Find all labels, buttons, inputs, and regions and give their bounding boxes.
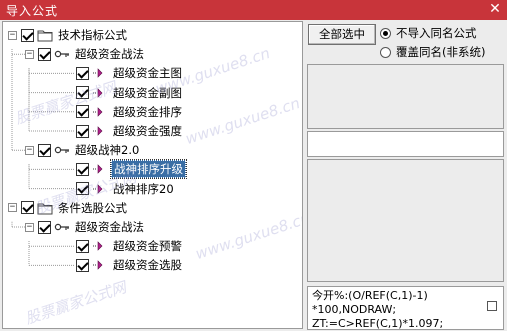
formula-icon	[92, 124, 108, 138]
tree-node-label[interactable]: 战神排序升级	[110, 159, 187, 180]
collapse-toggle-icon[interactable]: −	[8, 30, 17, 40]
formula-icon	[92, 86, 108, 100]
description-panel	[307, 159, 504, 282]
node-checkbox[interactable]	[76, 182, 89, 196]
tree-node-label[interactable]: 超级战神2.0	[73, 142, 141, 158]
select-all-button[interactable]: 全部选中	[308, 24, 376, 45]
node-checkbox[interactable]	[76, 66, 89, 80]
formula-preview[interactable]: 今开%:(O/REF(C,1)-1) *100,NODRAW; ZT:=C>RE…	[307, 286, 504, 330]
radio-skip-duplicates[interactable]	[380, 27, 391, 39]
tree-node-label[interactable]: 技术指标公式	[56, 27, 129, 43]
tree-node[interactable]: − 超级战神2.0	[25, 141, 141, 159]
tree-node[interactable]: − 条件选股公式	[8, 199, 129, 217]
node-checkbox[interactable]	[38, 143, 51, 157]
tree-node-label[interactable]: 超级资金副图	[111, 85, 184, 101]
key-icon	[54, 143, 70, 157]
tree-node[interactable]: − 超级资金战法	[25, 45, 146, 63]
node-checkbox[interactable]	[38, 220, 51, 234]
tree-node-label[interactable]: 超级资金选股	[111, 257, 184, 273]
node-checkbox[interactable]	[76, 239, 89, 253]
key-icon	[54, 220, 70, 234]
close-icon[interactable]: ✕	[487, 1, 503, 17]
name-field[interactable]	[307, 131, 504, 157]
tree-node-label[interactable]: 超级资金战法	[73, 46, 146, 62]
title-bar: 导入公式 ✕	[0, 0, 507, 20]
tree-node-label[interactable]: 超级资金主图	[111, 65, 184, 81]
node-checkbox[interactable]	[38, 47, 51, 61]
collapse-toggle-icon[interactable]: −	[25, 145, 34, 155]
node-checkbox[interactable]	[21, 201, 34, 215]
node-checkbox[interactable]	[21, 28, 34, 42]
option-overwrite-label: 覆盖同名(非系统)	[396, 45, 486, 59]
formula-icon	[92, 182, 108, 196]
radio-overwrite[interactable]	[380, 46, 391, 58]
formula-icon	[92, 66, 108, 80]
formula-line: *100,NODRAW;	[312, 303, 397, 316]
formula-line: ZT:=C>REF(C,1)*1.097;	[312, 317, 444, 330]
formula-tree[interactable]: − 技术指标公式 − 超级资金战法 超级资金主图 超级资金副图 超级资金排序 超级资金强度 − 超…	[2, 21, 303, 329]
node-checkbox[interactable]	[76, 162, 89, 176]
tree-node-label[interactable]: 超级资金强度	[111, 123, 184, 139]
option-skip-duplicates-label: 不导入同名公式	[396, 26, 477, 40]
tree-node[interactable]: 战神排序20	[63, 180, 176, 198]
collapse-toggle-icon[interactable]: −	[8, 203, 17, 213]
window-title: 导入公式	[6, 4, 59, 18]
info-panel	[307, 64, 504, 129]
tree-node[interactable]: 战神排序升级	[63, 159, 187, 180]
formula-icon	[92, 239, 108, 253]
option-overwrite[interactable]: 覆盖同名(非系统)	[380, 44, 485, 60]
formula-icon	[92, 258, 108, 272]
tree-node[interactable]: − 技术指标公式	[8, 26, 129, 44]
tree-node-label[interactable]: 超级资金预警	[111, 238, 184, 254]
node-checkbox[interactable]	[76, 105, 89, 119]
formula-line: 今开%:(O/REF(C,1)-1)	[312, 289, 428, 302]
tree-node[interactable]: 超级资金主图	[63, 64, 184, 82]
node-checkbox[interactable]	[76, 124, 89, 138]
folder-icon	[37, 201, 53, 215]
tree-node[interactable]: − 超级资金战法	[25, 218, 146, 236]
key-icon	[54, 47, 70, 61]
tree-node[interactable]: 超级资金排序	[63, 103, 184, 121]
preview-checkbox[interactable]	[487, 301, 497, 311]
tree-node-label[interactable]: 条件选股公式	[56, 200, 129, 216]
node-checkbox[interactable]	[76, 86, 89, 100]
folder-icon	[37, 28, 53, 42]
formula-icon	[92, 105, 108, 119]
tree-node[interactable]: 超级资金选股	[63, 256, 184, 274]
tree-node-label[interactable]: 超级资金排序	[111, 104, 184, 120]
tree-node[interactable]: 超级资金副图	[63, 84, 184, 102]
tree-node-label[interactable]: 战神排序20	[111, 181, 176, 197]
node-checkbox[interactable]	[76, 258, 89, 272]
collapse-toggle-icon[interactable]: −	[25, 222, 34, 232]
formula-icon	[92, 162, 108, 176]
tree-node-label[interactable]: 超级资金战法	[73, 219, 146, 235]
collapse-toggle-icon[interactable]: −	[25, 49, 34, 59]
tree-node[interactable]: 超级资金强度	[63, 122, 184, 140]
option-skip-duplicates[interactable]: 不导入同名公式	[380, 25, 477, 41]
tree-node[interactable]: 超级资金预警	[63, 237, 184, 255]
